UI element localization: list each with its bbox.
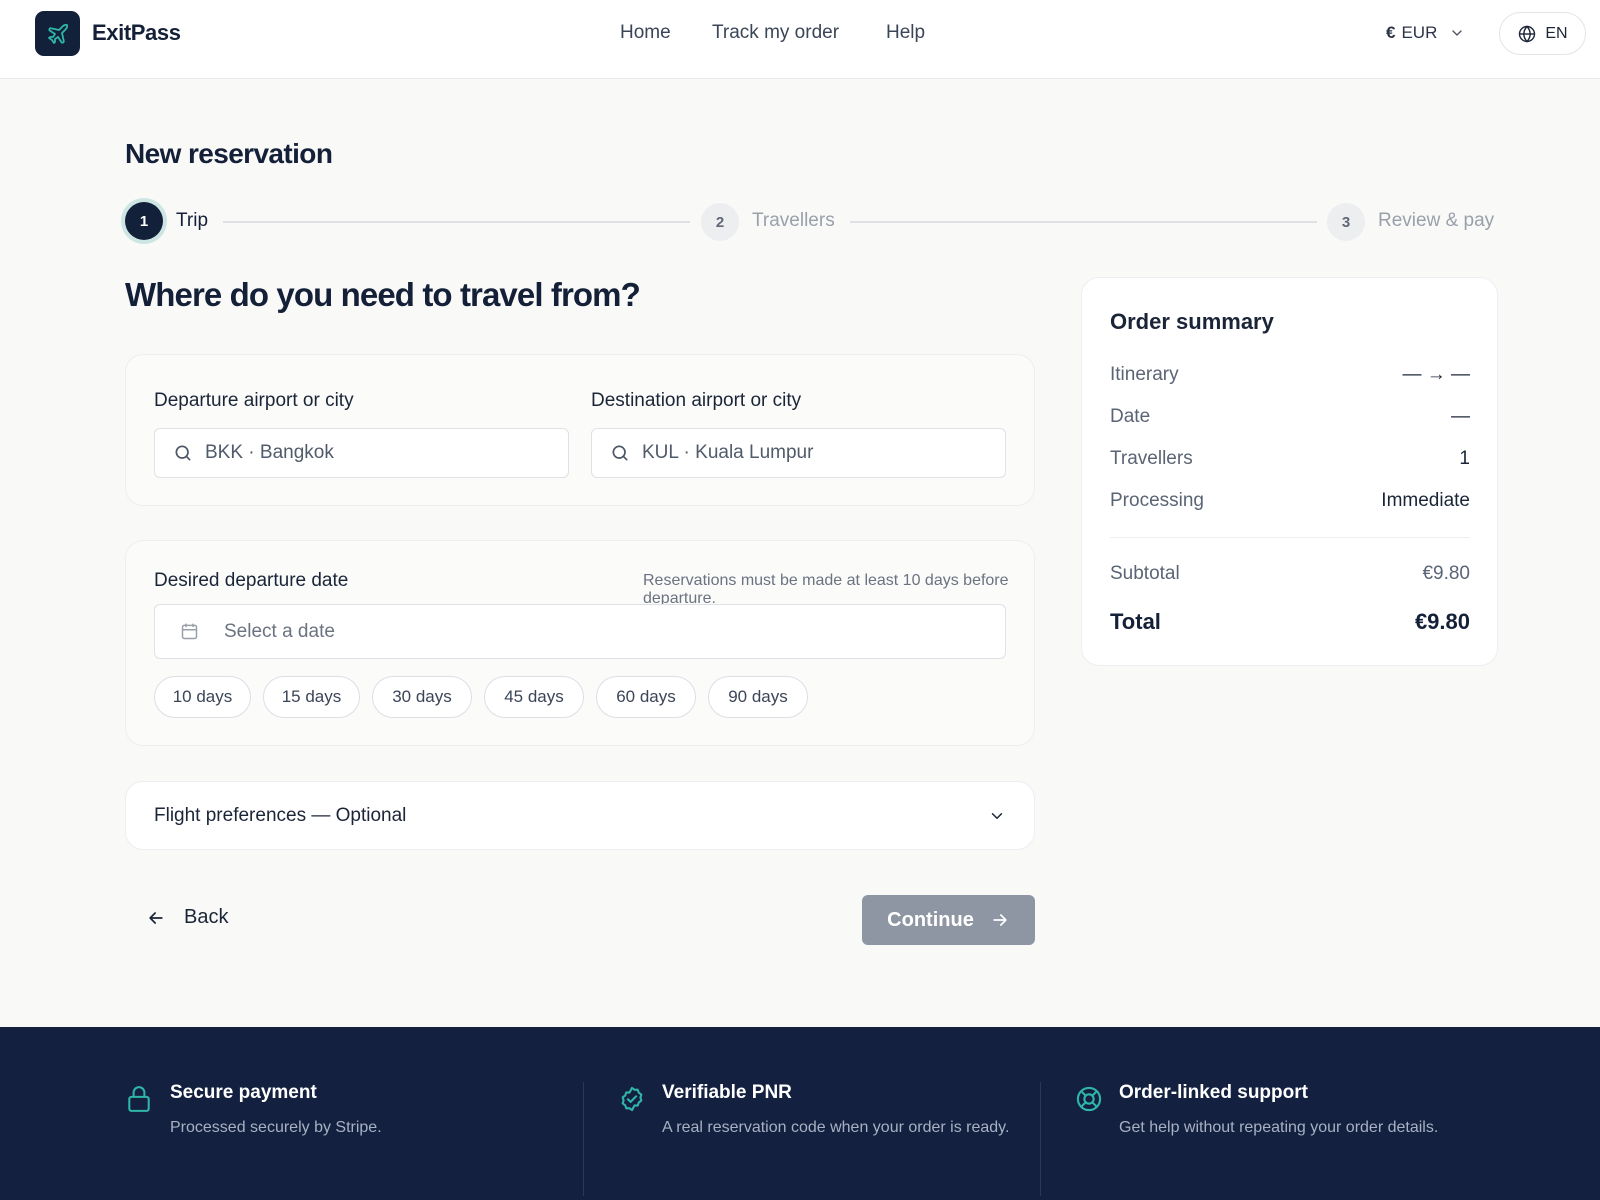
footer-secure-payment: Secure payment Processed securely by Str… xyxy=(170,1082,382,1141)
search-icon xyxy=(175,445,191,461)
summary-value: — xyxy=(1451,406,1470,427)
lifebuoy-icon xyxy=(1076,1086,1102,1112)
total-label: Total xyxy=(1110,609,1161,634)
date-chip-60[interactable]: 60 days xyxy=(596,676,696,718)
step-2-label: Travellers xyxy=(752,210,835,231)
step-2-indicator: 2 xyxy=(701,203,739,241)
departure-date-card: Desired departure date Reservations must… xyxy=(125,540,1035,746)
footer-title: Order-linked support xyxy=(1119,1082,1308,1103)
summary-value: — → — xyxy=(1402,364,1470,385)
summary-row-date: Date — xyxy=(1110,406,1470,428)
nav-home[interactable]: Home xyxy=(620,22,671,44)
step-connector xyxy=(223,221,690,223)
summary-key: Itinerary xyxy=(1110,364,1179,385)
arrow-left-icon xyxy=(149,911,163,924)
arrow-right-icon xyxy=(993,914,1007,926)
date-placeholder: Select a date xyxy=(224,620,335,642)
back-label: Back xyxy=(184,906,229,928)
footer-title: Verifiable PNR xyxy=(662,1082,792,1103)
page-title: New reservation xyxy=(125,138,333,169)
continue-button[interactable]: Continue xyxy=(862,895,1035,945)
search-icon xyxy=(612,445,628,461)
destination-value: KUL · Kuala Lumpur xyxy=(642,442,814,463)
destination-input[interactable]: KUL · Kuala Lumpur xyxy=(591,428,1006,478)
footer-desc: Processed securely by Stripe. xyxy=(170,1119,382,1136)
summary-row-travellers: Travellers 1 xyxy=(1110,448,1470,470)
plane-icon xyxy=(47,23,68,44)
departure-date-label: Desired departure date xyxy=(154,570,349,591)
summary-row-processing: Processing Immediate xyxy=(1110,490,1470,512)
summary-row-total: Total €9.80 xyxy=(1110,609,1470,635)
step-1-indicator: 1 xyxy=(125,202,163,240)
nav-track-order[interactable]: Track my order xyxy=(712,22,839,44)
departure-label: Departure airport or city xyxy=(154,390,354,411)
subtotal-value: €9.80 xyxy=(1422,563,1470,584)
footer-title: Secure payment xyxy=(170,1082,317,1103)
footer-verifiable-pnr: Verifiable PNR A real reservation code w… xyxy=(662,1082,1012,1141)
chevron-down-icon xyxy=(1452,30,1463,36)
summary-row-itinerary: Itinerary — → — xyxy=(1110,364,1470,386)
date-picker-input[interactable]: Select a date xyxy=(154,604,1006,659)
top-header: ExitPass Home Track my order Help € EUR … xyxy=(0,0,1600,79)
language-button[interactable]: EN xyxy=(1499,12,1586,55)
flight-preferences-label: Flight preferences — Optional xyxy=(154,805,407,826)
footer-desc: Get help without repeating your order de… xyxy=(1119,1119,1439,1136)
currency-selector[interactable]: € EUR xyxy=(1386,23,1465,43)
departure-value: BKK · Bangkok xyxy=(205,442,334,463)
date-chip-90[interactable]: 90 days xyxy=(708,676,808,718)
footer-desc: A real reservation code when your order … xyxy=(662,1119,1010,1136)
footer-divider xyxy=(583,1082,584,1196)
lock-icon xyxy=(128,1086,150,1112)
continue-label: Continue xyxy=(887,908,974,931)
subtotal-label: Subtotal xyxy=(1110,563,1180,584)
summary-key: Processing xyxy=(1110,490,1204,511)
date-chip-45[interactable]: 45 days xyxy=(484,676,584,718)
total-value: €9.80 xyxy=(1414,609,1470,634)
destination-label: Destination airport or city xyxy=(591,390,802,411)
euro-icon: € xyxy=(1386,23,1396,42)
step-connector xyxy=(850,221,1317,223)
chevron-down-icon xyxy=(991,813,1003,819)
calendar-icon xyxy=(181,623,198,640)
summary-value: 1 xyxy=(1459,448,1470,469)
summary-value: Immediate xyxy=(1381,490,1470,511)
step-3-label: Review & pay xyxy=(1378,210,1495,231)
language-label: EN xyxy=(1545,24,1568,42)
date-chip-30[interactable]: 30 days xyxy=(372,676,472,718)
logo[interactable] xyxy=(35,11,80,56)
order-summary-card: Order summary Itinerary — → — Date — Tra… xyxy=(1081,277,1498,666)
date-chip-10[interactable]: 10 days xyxy=(154,676,251,718)
nav-help[interactable]: Help xyxy=(886,22,925,44)
section-heading: Where do you need to travel from? xyxy=(125,276,641,313)
check-badge-icon xyxy=(621,1086,643,1112)
step-1-label: Trip xyxy=(176,210,209,231)
summary-key: Travellers xyxy=(1110,448,1193,469)
footer: Secure payment Processed securely by Str… xyxy=(0,1027,1600,1200)
airports-card: Departure airport or city BKK · Bangkok … xyxy=(125,354,1035,506)
departure-input[interactable]: BKK · Bangkok xyxy=(154,428,569,478)
back-button[interactable]: Back xyxy=(146,906,228,929)
footer-divider xyxy=(1040,1082,1041,1196)
step-3-indicator: 3 xyxy=(1327,203,1365,241)
summary-key: Date xyxy=(1110,406,1151,427)
order-summary-title: Order summary xyxy=(1110,309,1274,334)
summary-divider xyxy=(1110,537,1470,538)
flight-preferences-toggle[interactable]: Flight preferences — Optional xyxy=(125,781,1035,850)
globe-icon xyxy=(1519,24,1536,43)
currency-label: EUR xyxy=(1401,23,1438,42)
brand-name[interactable]: ExitPass xyxy=(92,20,181,46)
date-chip-15[interactable]: 15 days xyxy=(263,676,360,718)
summary-row-subtotal: Subtotal €9.80 xyxy=(1110,563,1470,585)
footer-order-support: Order-linked support Get help without re… xyxy=(1119,1082,1539,1141)
date-note: Reservations must be made at least 10 da… xyxy=(643,572,1009,607)
